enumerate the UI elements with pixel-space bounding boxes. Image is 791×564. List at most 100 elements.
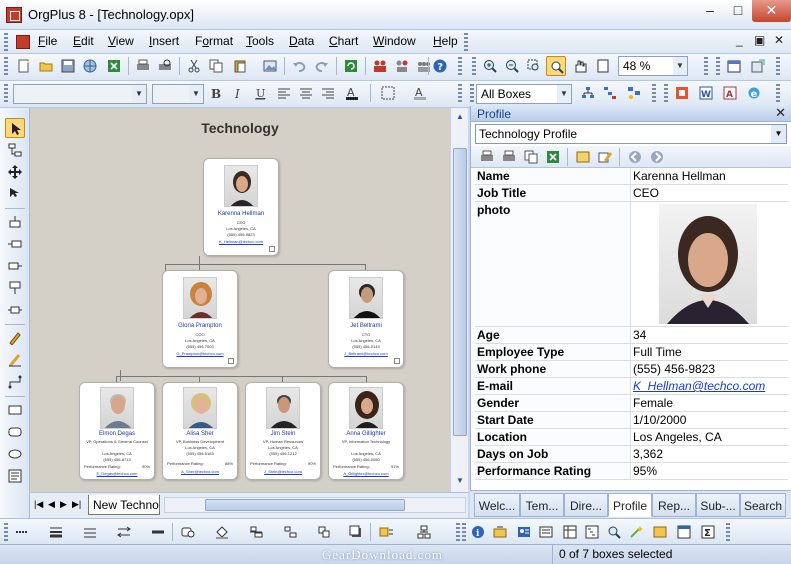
profile-select[interactable]: Technology Profile ▼	[475, 124, 787, 144]
export-excel-button[interactable]	[104, 56, 124, 76]
redo-button[interactable]	[312, 56, 332, 76]
shape-button[interactable]	[178, 522, 198, 542]
tab-profile[interactable]: Profile	[608, 493, 652, 517]
hierarchy-view-button[interactable]	[582, 522, 602, 542]
prev-sheet-icon[interactable]: ◀	[48, 499, 55, 510]
add-box-tool[interactable]	[5, 212, 25, 232]
zoom-area-button[interactable]	[524, 56, 544, 76]
order-button[interactable]	[314, 522, 334, 542]
app-icon[interactable]	[6, 7, 22, 23]
menu-help[interactable]: Help	[433, 34, 458, 48]
profile-print-preview-button[interactable]	[499, 147, 519, 167]
paste-button[interactable]	[230, 56, 250, 76]
publish-pdf-button[interactable]	[672, 83, 692, 103]
field-value[interactable]: 95%	[633, 463, 657, 479]
menu-chart[interactable]: Chart	[329, 34, 358, 48]
table-button[interactable]	[560, 522, 580, 542]
help-button[interactable]: ?	[430, 56, 450, 76]
profile-row-work-phone[interactable]: Work phone (555) 456-9823	[475, 361, 788, 378]
profile-row-performance-rating[interactable]: Performance Rating 95%	[475, 463, 788, 480]
profile-forward-button[interactable]	[647, 147, 667, 167]
publish-access-button[interactable]: A	[720, 83, 740, 103]
align-left-button[interactable]	[274, 83, 294, 103]
org-box-vp-operations[interactable]: Elmon Degas VP, Operations & General Cou…	[79, 382, 155, 480]
connect-tool[interactable]	[5, 184, 25, 204]
minimize-button[interactable]: –	[696, 0, 724, 22]
profile-back-button[interactable]	[625, 147, 645, 167]
menu-window[interactable]: Window	[373, 34, 416, 48]
ellipse-tool[interactable]	[5, 444, 25, 464]
tree-layout-button[interactable]	[414, 522, 434, 542]
publish-word-button[interactable]: W	[696, 83, 716, 103]
close-button[interactable]: ✕	[752, 0, 791, 22]
zoom-select[interactable]: 48 % ▼	[618, 56, 688, 76]
import-button[interactable]	[490, 522, 510, 542]
box-email[interactable]: A_Sher@techco.com	[163, 469, 237, 474]
layout-button[interactable]	[624, 83, 644, 103]
field-value[interactable]: CEO	[633, 185, 659, 201]
org-box-coo[interactable]: Gloria Prampton COO Los Angeles, CA (555…	[162, 270, 238, 368]
boxes-toolbar-grip[interactable]	[470, 84, 474, 102]
chevron-down-icon[interactable]: ▼	[189, 85, 203, 103]
bold-button[interactable]: B	[206, 83, 226, 103]
align-boxes-button[interactable]	[246, 522, 266, 542]
profile-row-job-title[interactable]: Job Title CEO	[475, 185, 788, 202]
chevron-down-icon[interactable]: ▼	[771, 125, 786, 143]
box-email[interactable]: E_Degas@techco.com	[80, 471, 154, 476]
align-center-button[interactable]	[296, 83, 316, 103]
zoom-toolbar-grip[interactable]	[472, 57, 476, 75]
collapse-icon[interactable]	[394, 358, 400, 364]
menu-grip[interactable]	[4, 33, 8, 51]
border-button[interactable]	[378, 83, 398, 103]
add-peer-tool[interactable]	[5, 300, 25, 320]
save-web-button[interactable]	[80, 56, 100, 76]
save-button[interactable]	[58, 56, 78, 76]
menu-format[interactable]: Format	[195, 34, 233, 48]
team-button[interactable]	[370, 56, 390, 76]
mdi-minimize-button[interactable]: _	[736, 33, 743, 47]
chart-canvas[interactable]: Technology Karenna Hellman CEO Los Angel…	[30, 108, 450, 492]
profile-row-employee-type[interactable]: Employee Type Full Time	[475, 344, 788, 361]
cut-button[interactable]	[184, 56, 204, 76]
profile-copy-button[interactable]	[521, 147, 541, 167]
box-email[interactable]: J_Stein@techco.com	[246, 469, 320, 474]
text-tool[interactable]	[5, 466, 25, 486]
info-button[interactable]: i	[468, 522, 488, 542]
sheet-tab-new-technology[interactable]: New Techno	[88, 495, 160, 515]
add-manager-tool[interactable]	[5, 256, 25, 276]
extra-toolbar-chevron[interactable]	[776, 57, 780, 75]
wizard-button[interactable]	[626, 522, 646, 542]
notes-button[interactable]	[650, 522, 670, 542]
email-link[interactable]: K_Hellman@techco.com	[633, 378, 765, 394]
scroll-up-icon[interactable]: ▲	[453, 110, 467, 124]
zoom-toolbar-chevron[interactable]	[704, 57, 708, 75]
menu-edit[interactable]: Edit	[73, 34, 94, 48]
move-tool[interactable]	[5, 162, 25, 182]
mdi-close-button[interactable]: ✕	[774, 33, 784, 47]
menu-file[interactable]: File	[38, 34, 57, 48]
scroll-down-icon[interactable]: ▼	[453, 474, 467, 488]
field-value[interactable]: Los Angeles, CA	[633, 429, 722, 445]
level-select-button[interactable]	[600, 83, 620, 103]
profile-print-button[interactable]	[477, 147, 497, 167]
field-value[interactable]: 1/10/2000	[633, 412, 686, 428]
next-sheet-icon[interactable]: ▶	[60, 499, 67, 510]
org-box-ceo[interactable]: Karenna Hellman CEO Los Angeles, CA (555…	[203, 158, 279, 256]
profile-edit-button[interactable]	[595, 147, 615, 167]
line-tool[interactable]	[5, 350, 25, 370]
box-email[interactable]: J_Beltrami@techco.com	[329, 351, 403, 356]
publish-toolbar-grip[interactable]	[664, 84, 668, 102]
box-filter-select[interactable]: All Boxes ▼	[476, 84, 572, 104]
zoom-out-button[interactable]	[502, 56, 522, 76]
field-value[interactable]: 34	[633, 327, 646, 343]
profile-row-email[interactable]: E-mail K_Hellman@techco.com	[475, 378, 788, 395]
line-color-button[interactable]	[148, 522, 168, 542]
toolbar-grip[interactable]	[464, 33, 468, 51]
underline-button[interactable]: U	[250, 83, 270, 103]
zoom-in-button[interactable]	[480, 56, 500, 76]
profile-row-photo[interactable]: photo	[475, 202, 788, 327]
publish-toolbar-chevron[interactable]	[776, 84, 780, 102]
tab-subchart[interactable]: Sub-...	[696, 493, 740, 517]
close-icon[interactable]: ✕	[775, 105, 786, 121]
drawing-toolbar-grip[interactable]	[4, 523, 8, 541]
